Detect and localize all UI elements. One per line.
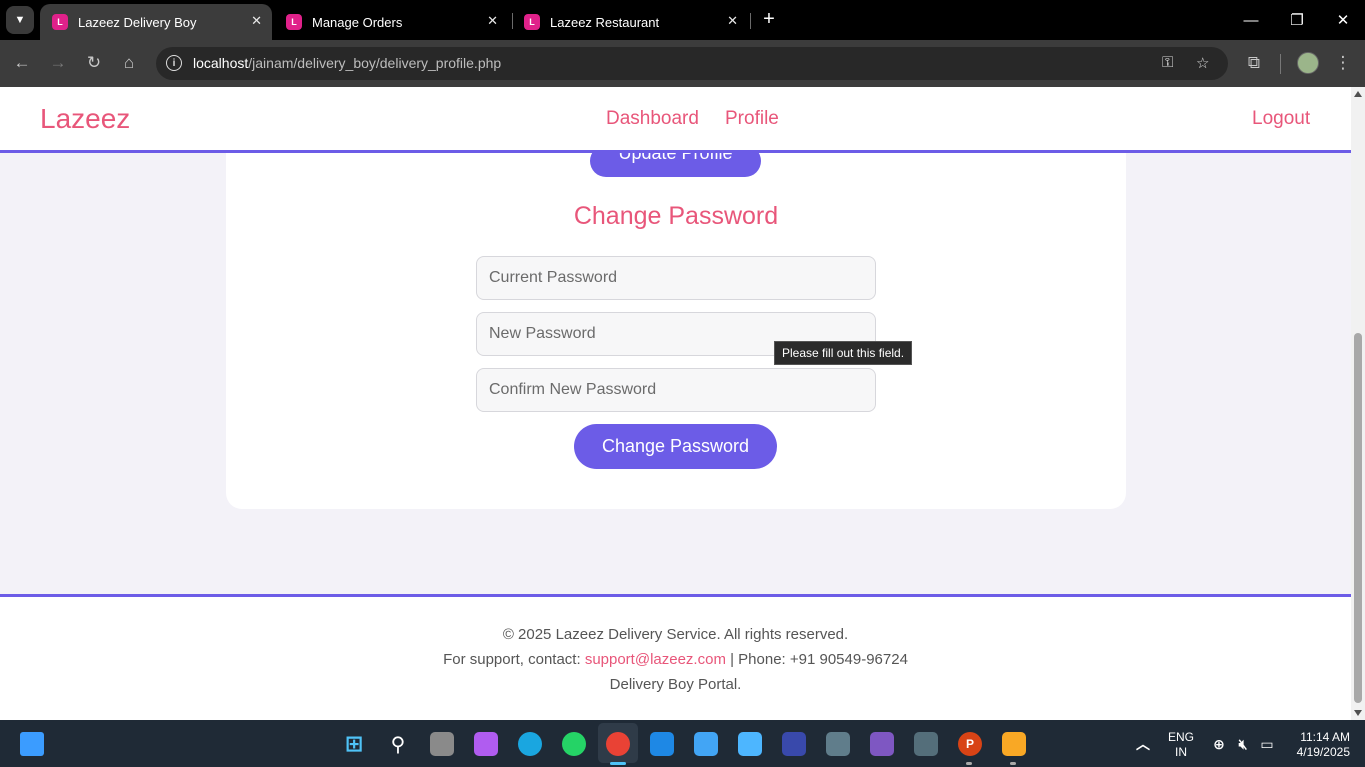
- browser-tab-strip: ▼ L Lazeez Delivery Boy ✕ L Manage Order…: [0, 0, 1365, 40]
- volume-muted-icon[interactable]: 🔇︎: [1231, 732, 1255, 756]
- minimize-icon[interactable]: —: [1239, 8, 1263, 32]
- vscode-icon[interactable]: [650, 732, 674, 756]
- change-password-title: Change Password: [573, 202, 779, 230]
- lazeez-favicon-icon: L: [524, 14, 540, 30]
- lazeez-favicon-icon: L: [52, 14, 68, 30]
- page-viewport: Update Profile Change Password Change Pa…: [0, 87, 1351, 720]
- app-icon[interactable]: [782, 732, 806, 756]
- tab-search-icon[interactable]: ▼: [6, 6, 34, 34]
- logout-link[interactable]: Logout: [1252, 108, 1310, 130]
- site-info-icon[interactable]: i: [166, 55, 182, 71]
- file-explorer-icon[interactable]: [1002, 732, 1026, 756]
- visual-studio-icon[interactable]: [870, 732, 894, 756]
- more-menu-icon[interactable]: ⋮: [1332, 52, 1354, 74]
- network-icon[interactable]: ⊕: [1207, 732, 1231, 756]
- scroll-down-arrow-icon[interactable]: [1354, 710, 1362, 716]
- site-navbar: Lazeez Dashboard Profile Logout: [0, 87, 1351, 153]
- whatsapp-icon[interactable]: [562, 732, 586, 756]
- support-email-link[interactable]: support@lazeez.com: [585, 651, 726, 668]
- password-key-icon[interactable]: ⚿: [1162, 54, 1173, 71]
- profile-avatar[interactable]: [1297, 52, 1319, 74]
- scroll-thumb[interactable]: [1354, 333, 1362, 703]
- profile-card: Update Profile Change Password Change Pa…: [226, 117, 1126, 509]
- windows-taskbar: ⊞ ⚲ P ︿ ENG IN ⊕ 🔇︎ ▭ 11:14 AM 4/19/2025: [0, 720, 1365, 767]
- toolbar-divider: [1280, 54, 1281, 74]
- home-icon[interactable]: ⌂: [118, 52, 140, 74]
- extensions-icon[interactable]: ⧉: [1243, 52, 1265, 74]
- browser-toolbar: ← → ↻ ⌂ i localhost/jainam/delivery_boy/…: [0, 40, 1365, 87]
- site-footer: © 2025 Lazeez Delivery Service. All righ…: [0, 594, 1351, 720]
- nav-dashboard-link[interactable]: Dashboard: [606, 108, 699, 130]
- search-icon[interactable]: ⚲: [386, 732, 410, 756]
- tab-lazeez-restaurant[interactable]: L Lazeez Restaurant ✕: [512, 4, 748, 40]
- back-icon[interactable]: ←: [11, 52, 33, 74]
- footer-copyright: © 2025 Lazeez Delivery Service. All righ…: [502, 626, 849, 643]
- bookmark-star-icon[interactable]: ☆: [1196, 54, 1209, 72]
- window-close-icon[interactable]: ✕: [1331, 8, 1355, 32]
- change-password-button[interactable]: Change Password: [574, 424, 777, 469]
- close-icon[interactable]: ✕: [487, 13, 498, 29]
- chevron-up-icon[interactable]: ︿: [1131, 732, 1155, 756]
- scroll-up-arrow-icon[interactable]: [1354, 91, 1362, 97]
- tab-separator: [750, 13, 751, 29]
- tab-title: Lazeez Restaurant: [550, 14, 660, 30]
- start-icon[interactable]: ⊞: [342, 731, 366, 756]
- brand-logo[interactable]: Lazeez: [40, 103, 130, 135]
- support-phone: | Phone: +91 90549-96724: [730, 651, 908, 668]
- powerpoint-icon[interactable]: P: [958, 732, 982, 756]
- widgets-icon[interactable]: [20, 732, 44, 756]
- footer-portal: Delivery Boy Portal.: [609, 676, 742, 693]
- new-tab-icon[interactable]: +: [758, 8, 780, 30]
- terminal-icon[interactable]: [914, 732, 938, 756]
- tab-title: Manage Orders: [312, 14, 403, 30]
- lazeez-favicon-icon: L: [286, 14, 302, 30]
- forward-icon[interactable]: →: [47, 52, 69, 74]
- url-text[interactable]: localhost/jainam/delivery_boy/delivery_p…: [193, 55, 501, 71]
- address-bar[interactable]: i localhost/jainam/delivery_boy/delivery…: [156, 47, 1228, 80]
- battery-icon[interactable]: ▭: [1255, 732, 1279, 756]
- explorer-running-indicator: [1010, 762, 1016, 765]
- restore-icon[interactable]: ❐: [1285, 8, 1309, 32]
- footer-support: For support, contact: support@lazeez.com…: [0, 651, 1351, 668]
- page-scrollbar[interactable]: [1351, 87, 1365, 720]
- confirm-password-field[interactable]: [476, 368, 876, 412]
- close-icon[interactable]: ✕: [727, 13, 738, 29]
- task-view-icon[interactable]: [430, 732, 454, 756]
- remote-desktop-icon[interactable]: [826, 732, 850, 756]
- copilot-icon[interactable]: [474, 732, 498, 756]
- nav-profile-link[interactable]: Profile: [725, 108, 779, 130]
- close-icon[interactable]: ✕: [251, 13, 262, 29]
- current-password-field[interactable]: [476, 256, 876, 300]
- chrome-icon[interactable]: [606, 732, 630, 756]
- reload-icon[interactable]: ↻: [83, 52, 105, 74]
- support-prefix: For support, contact:: [443, 651, 581, 668]
- notepad-icon[interactable]: [694, 732, 718, 756]
- language-indicator[interactable]: ENG IN: [1163, 730, 1199, 760]
- validation-tooltip: Please fill out this field.: [774, 341, 913, 365]
- powerpoint-running-indicator: [966, 762, 972, 765]
- chrome-active-indicator: [610, 762, 626, 765]
- edge-icon[interactable]: [518, 732, 542, 756]
- store-icon[interactable]: [738, 732, 762, 756]
- tab-title: Lazeez Delivery Boy: [78, 14, 197, 30]
- tab-manage-orders[interactable]: L Manage Orders ✕: [274, 4, 508, 40]
- clock[interactable]: 11:14 AM 4/19/2025: [1286, 730, 1350, 760]
- tab-lazeez-delivery-boy[interactable]: L Lazeez Delivery Boy ✕: [40, 4, 272, 40]
